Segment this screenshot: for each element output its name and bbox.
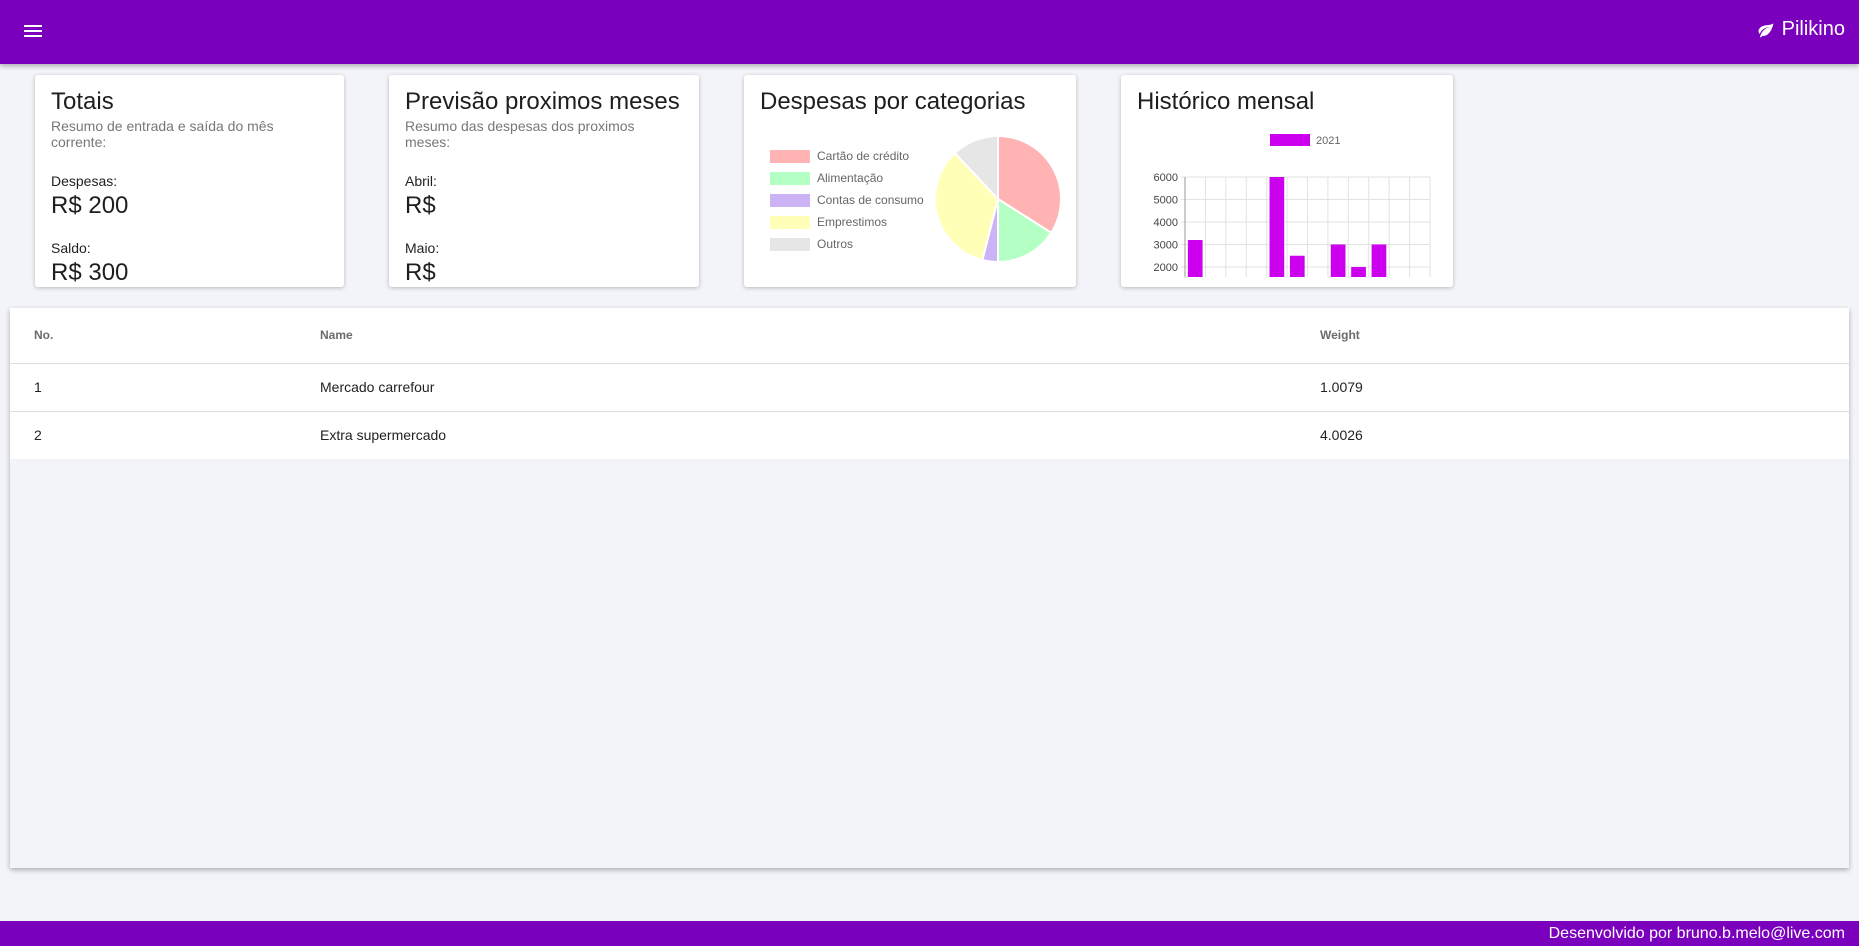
y-tick-label: 2000 xyxy=(1154,262,1178,274)
top-app-bar: Pilikino xyxy=(0,0,1859,64)
legend-swatch xyxy=(770,171,810,185)
legend-label: 2021 xyxy=(1316,135,1340,147)
legend-label: Contas de consumo xyxy=(817,193,924,207)
cell-name: Mercado carrefour xyxy=(320,363,1320,412)
bar xyxy=(1269,177,1285,277)
footer: Desenvolvido por bruno.b.melo@live.com xyxy=(0,921,1859,946)
column-header-name[interactable]: Name xyxy=(320,308,1320,364)
y-tick-label: 3000 xyxy=(1154,240,1178,252)
leaf-icon xyxy=(1758,22,1774,37)
totals-card: Totais Resumo de entrada e saída do mês … xyxy=(35,75,344,287)
history-card: Histórico mensal 20210100020003000400050… xyxy=(1121,75,1453,287)
month-value-april: R$ xyxy=(405,192,436,219)
month-value-may: R$ xyxy=(405,259,436,286)
legend-label: Outros xyxy=(817,237,854,251)
table-row[interactable]: 2 Extra supermercado 4.0026 xyxy=(10,411,1849,460)
legend-item[interactable]: Contas de consumo xyxy=(770,189,924,211)
cell-no: 1 xyxy=(10,363,320,412)
card-title: Despesas por categorias xyxy=(760,88,1026,115)
pie-legend: Cartão de crédito Alimentação Contas de … xyxy=(770,145,924,255)
legend-swatch xyxy=(770,193,810,207)
legend-swatch xyxy=(770,149,810,163)
balance-label: Saldo: xyxy=(51,240,91,256)
menu-icon[interactable] xyxy=(24,22,48,42)
card-title: Previsão proximos meses xyxy=(405,88,680,115)
bar xyxy=(1371,244,1387,277)
month-label-may: Maio: xyxy=(405,240,440,256)
expenses-table: No. Name Weight 1 Mercado carrefour 1.00… xyxy=(10,308,1849,460)
forecast-card: Previsão proximos meses Resumo das despe… xyxy=(389,75,699,287)
card-subtitle: Resumo das despesas dos proximos meses: xyxy=(405,118,635,150)
cell-name: Extra supermercado xyxy=(320,411,1320,460)
card-subtitle: Resumo de entrada e saída do mês corrent… xyxy=(51,118,274,150)
cell-weight: 4.0026 xyxy=(1320,411,1849,460)
expenses-label: Despesas: xyxy=(51,173,118,189)
cell-weight: 1.0079 xyxy=(1320,363,1849,412)
legend-item[interactable]: Alimentação xyxy=(770,167,924,189)
card-title: Totais xyxy=(51,88,114,115)
table-header-row: No. Name Weight xyxy=(10,308,1849,364)
bar xyxy=(1289,255,1305,277)
legend-item[interactable]: Outros xyxy=(770,233,924,255)
cell-no: 2 xyxy=(10,411,320,460)
balance-value: R$ 300 xyxy=(51,259,129,286)
bar xyxy=(1351,267,1366,277)
table-empty-area xyxy=(10,459,1849,868)
legend-label: Cartão de crédito xyxy=(817,149,910,163)
pie-chart xyxy=(934,134,1062,264)
legend-swatch xyxy=(770,237,810,251)
footer-text: Desenvolvido por bruno.b.melo@live.com xyxy=(1548,925,1845,942)
legend-swatch xyxy=(1270,134,1310,146)
y-tick-label: 6000 xyxy=(1154,172,1178,184)
brand[interactable]: Pilikino xyxy=(1757,18,1845,41)
legend-item[interactable]: Emprestimos xyxy=(770,211,924,233)
legend-item[interactable]: Cartão de crédito xyxy=(770,145,924,167)
legend-swatch xyxy=(770,215,810,229)
categories-card: Despesas por categorias Cartão de crédit… xyxy=(744,75,1076,287)
column-header-weight[interactable]: Weight xyxy=(1320,308,1849,364)
expenses-table-container: No. Name Weight 1 Mercado carrefour 1.00… xyxy=(10,308,1849,868)
card-title: Histórico mensal xyxy=(1137,88,1315,115)
legend-label: Alimentação xyxy=(817,171,884,185)
table-row[interactable]: 1 Mercado carrefour 1.0079 xyxy=(10,363,1849,412)
bar xyxy=(1187,240,1203,277)
y-tick-label: 4000 xyxy=(1154,217,1178,229)
bar-chart: 20210100020003000400050006000JANFEVMARAB… xyxy=(1154,134,1431,277)
column-header-no[interactable]: No. xyxy=(10,308,320,364)
y-tick-label: 5000 xyxy=(1154,195,1178,207)
legend-label: Emprestimos xyxy=(817,215,888,229)
month-label-april: Abril: xyxy=(405,173,437,189)
expenses-value: R$ 200 xyxy=(51,192,129,219)
app-name: Pilikino xyxy=(1781,18,1845,40)
bar xyxy=(1330,244,1346,277)
